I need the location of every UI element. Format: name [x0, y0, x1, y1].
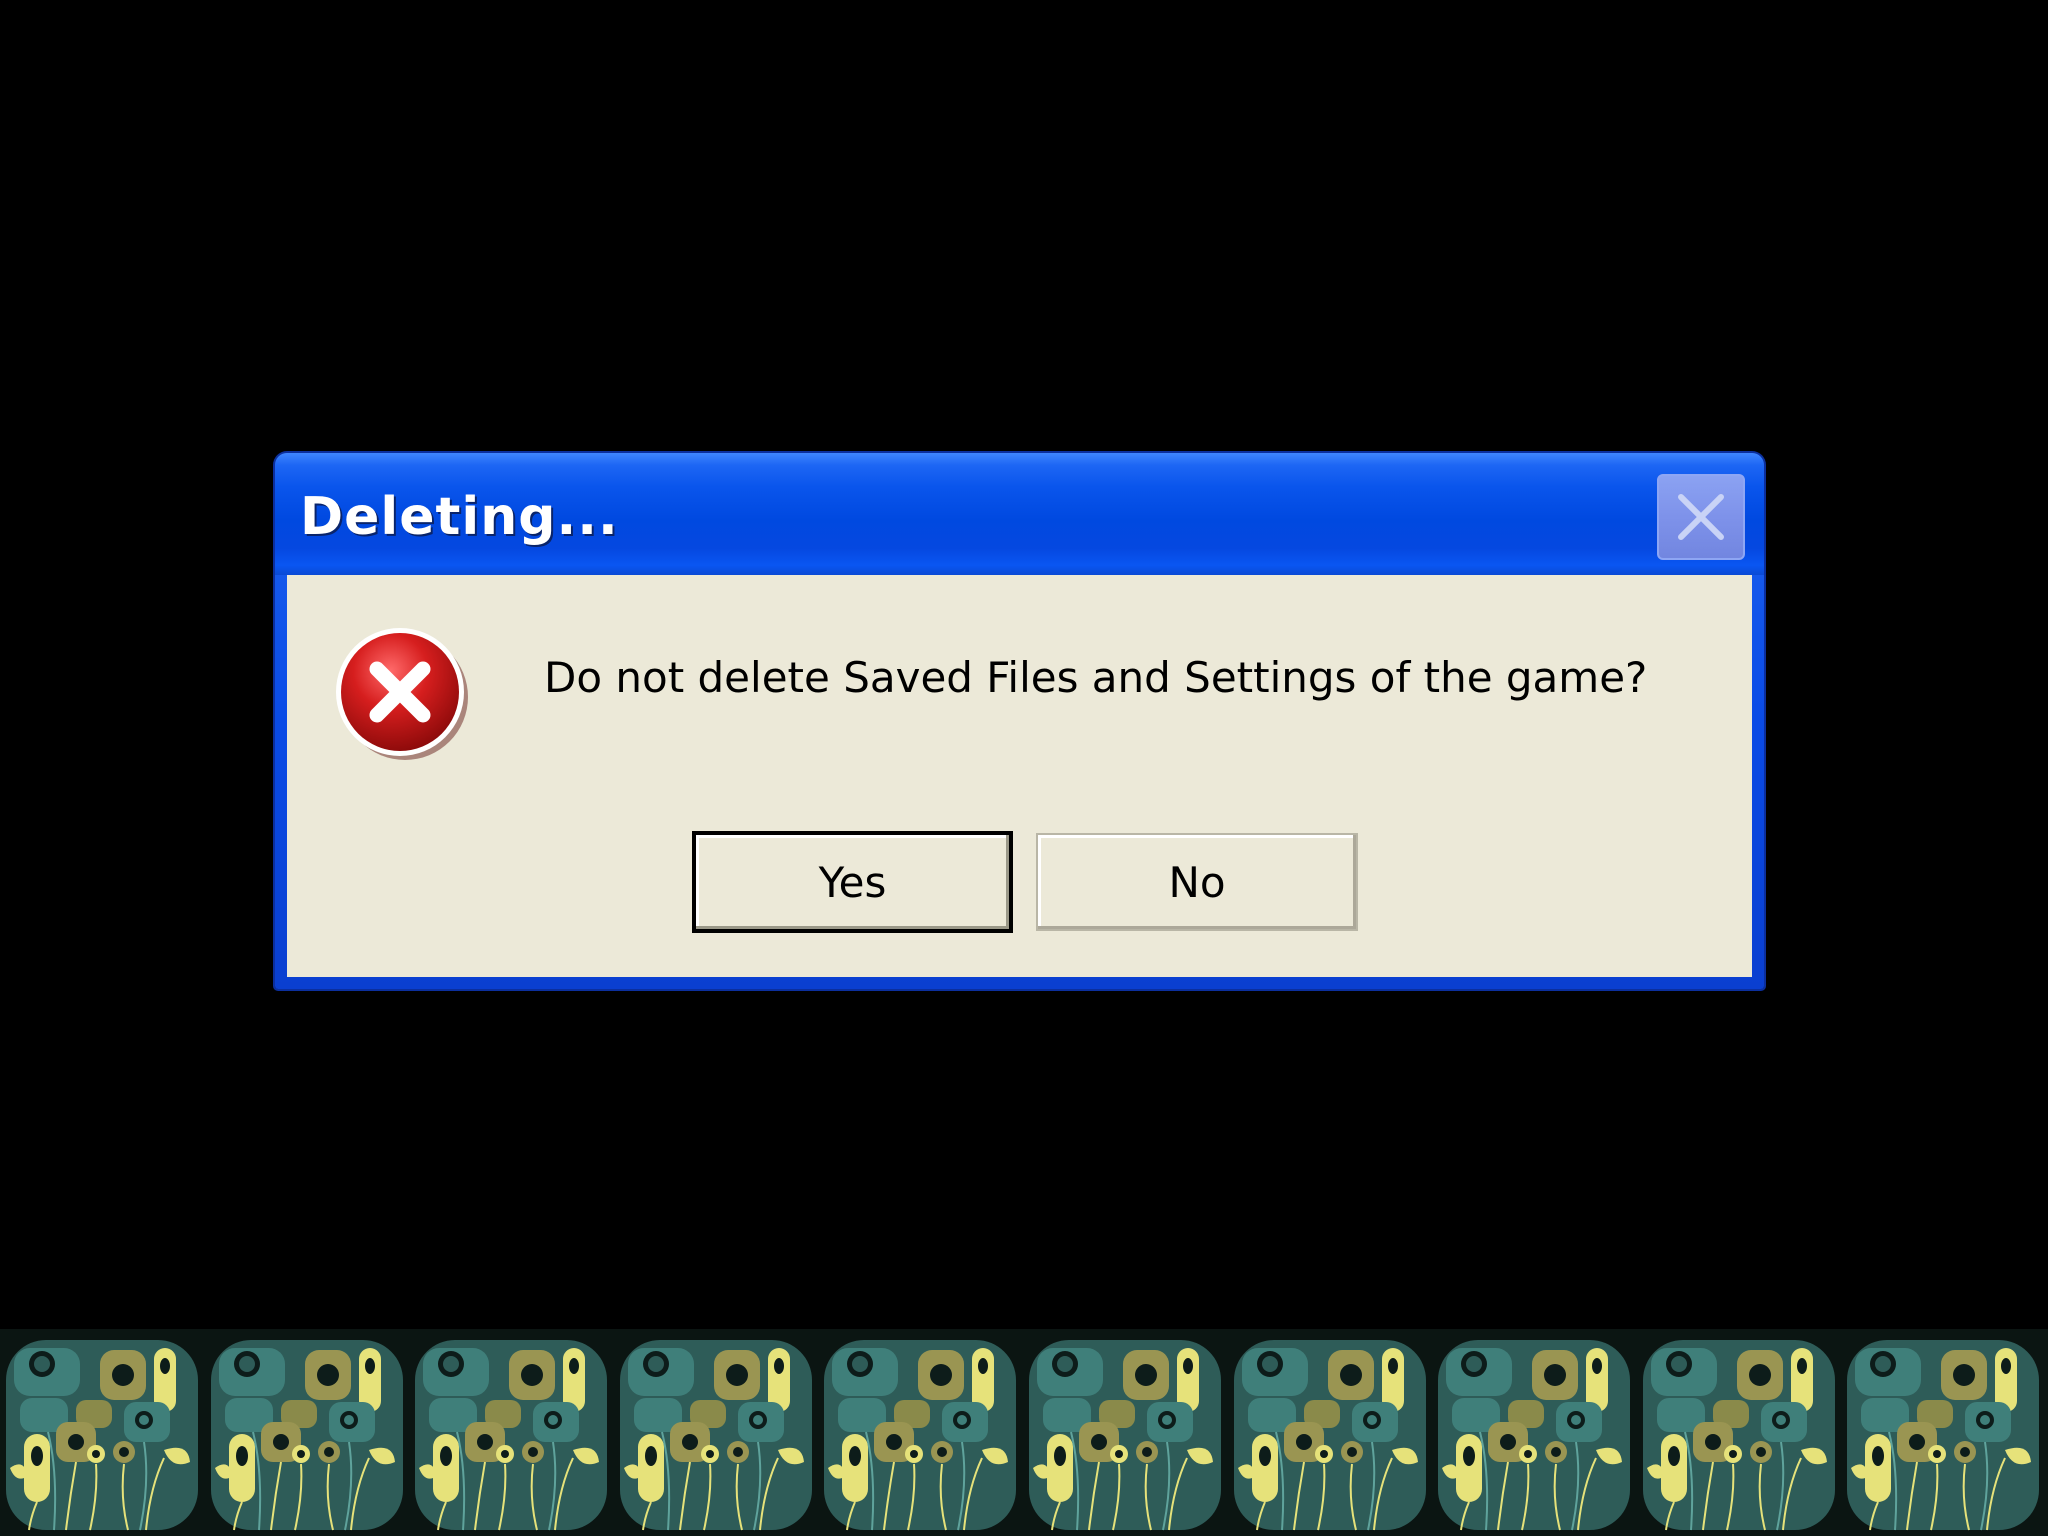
flower-pattern-tile [1641, 1338, 1837, 1532]
flower-pattern-icon [824, 1340, 1017, 1531]
flower-pattern-icon [1847, 1340, 2040, 1531]
dialog-message: Do not delete Saved Files and Settings o… [544, 653, 1648, 702]
flower-pattern-tile [1845, 1338, 2041, 1532]
flower-pattern-icon [6, 1340, 198, 1531]
flower-pattern-tile [1436, 1338, 1632, 1532]
error-icon [336, 628, 468, 760]
flower-pattern-tile [209, 1338, 405, 1532]
flower-pattern-icon [1438, 1340, 1631, 1531]
flower-pattern-icon [1233, 1340, 1426, 1531]
flower-pattern-tile [618, 1338, 814, 1532]
dialog-body: Do not delete Saved Files and Settings o… [287, 575, 1752, 977]
yes-button[interactable]: Yes [692, 831, 1013, 933]
flower-pattern-tile [822, 1338, 1018, 1532]
title-bar[interactable]: Deleting... [275, 453, 1764, 575]
flower-pattern-tile [413, 1338, 609, 1532]
flower-pattern-icon [619, 1340, 812, 1531]
flower-pattern-tile [1232, 1338, 1428, 1532]
flower-pattern-icon [415, 1340, 608, 1531]
close-button[interactable] [1657, 474, 1745, 560]
dialog-title: Deleting... [300, 487, 619, 547]
tile-strip [0, 1329, 2048, 1536]
flower-pattern-tile [1027, 1338, 1223, 1532]
close-icon [1678, 494, 1724, 540]
flower-pattern-icon [1642, 1340, 1835, 1531]
no-button[interactable]: No [1036, 833, 1358, 931]
flower-pattern-icon [1029, 1340, 1221, 1531]
delete-dialog: Deleting... Do not delete Saved Files an… [275, 453, 1764, 989]
game-screen: Deleting... Do not delete Saved Files an… [0, 0, 2048, 1536]
flower-pattern-tile [4, 1338, 200, 1532]
flower-pattern-icon [210, 1340, 403, 1531]
